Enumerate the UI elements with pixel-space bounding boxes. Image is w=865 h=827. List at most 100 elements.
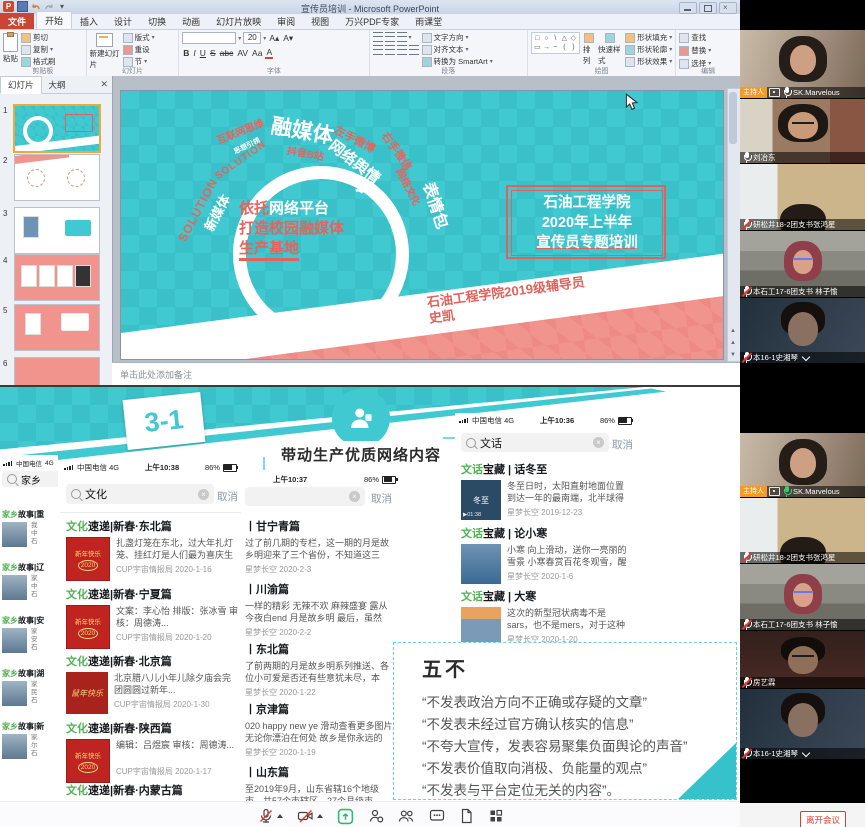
align-left-icon[interactable]: [373, 45, 383, 55]
participant-tile[interactable]: 本16-1史湘琴: [740, 298, 865, 363]
bold-button[interactable]: B: [182, 48, 190, 58]
shape-outline-button[interactable]: 形状轮廓▾: [625, 44, 672, 55]
maximize-button[interactable]: [699, 2, 717, 14]
chat-button[interactable]: [429, 808, 445, 824]
tab-file[interactable]: 文件: [0, 13, 34, 29]
tab-insert[interactable]: 插入: [72, 13, 106, 29]
camera-button[interactable]: [297, 808, 323, 824]
participant-tile[interactable]: 本石工17-6团支书 林子愉: [740, 564, 865, 630]
shapes-gallery[interactable]: □○\△◇ ▭→~(): [531, 32, 580, 54]
slide-canvas[interactable]: 融媒体 抖音B站 互联网思维 思想引领 SOLUTION SOLUTION 新媒…: [121, 91, 723, 359]
slide-thumbnail-6[interactable]: [14, 357, 100, 387]
apps-button[interactable]: [488, 808, 504, 824]
chat-icon: [429, 808, 445, 824]
panel-tab-slides[interactable]: 幻灯片: [0, 76, 42, 94]
panel-close-icon[interactable]: ✕: [100, 79, 108, 90]
tab-transitions[interactable]: 切换: [140, 13, 174, 29]
underline-button[interactable]: U: [199, 48, 207, 58]
mic-muted-icon: [258, 808, 274, 824]
ring-word: 表情包: [418, 178, 456, 231]
shape-fill-button[interactable]: 形状填充▾: [625, 32, 672, 43]
tab-home[interactable]: 开始: [36, 11, 72, 29]
find-button[interactable]: 查找: [679, 32, 711, 43]
slide-title-box[interactable]: 石油工程学院 2020年上半年 宣传员专题培训: [506, 185, 666, 259]
shrink-font-button[interactable]: A▾: [282, 33, 294, 44]
font-size-combobox[interactable]: 20: [243, 32, 261, 44]
members-button[interactable]: [398, 808, 415, 824]
ring-word: 右手微信: [378, 128, 416, 173]
slide-center-textbox[interactable]: 依托网络平台 打造校园融媒体 生产基地: [239, 199, 344, 259]
participant-tile[interactable]: 主持人 SK.Marvelous: [740, 30, 865, 98]
mic-button[interactable]: [258, 808, 283, 824]
invite-member-button[interactable]: [368, 808, 384, 824]
copy-button[interactable]: 复制▾: [21, 44, 56, 55]
slide-thumbnail-4[interactable]: [14, 254, 100, 301]
italic-button[interactable]: I: [192, 48, 196, 58]
scroll-up-icon[interactable]: ▲: [728, 326, 738, 337]
tab-review[interactable]: 审阅: [269, 13, 303, 29]
grow-font-button[interactable]: A▴: [268, 33, 280, 44]
cut-icon: [21, 33, 31, 43]
tab-view[interactable]: 视图: [303, 13, 337, 29]
rule-line: “不发表未经过官方确认核实的信息”: [422, 714, 736, 736]
camera-options-icon[interactable]: [317, 814, 323, 818]
tab-yuketang[interactable]: 雨课堂: [407, 13, 450, 29]
clear-formatting-button[interactable]: abc: [219, 48, 235, 58]
participant-tile[interactable]: 研松井18-2团支书张鸿星: [740, 164, 865, 230]
participant-tile[interactable]: 本16-1史湘琴: [740, 689, 865, 759]
bullets-icon[interactable]: [373, 32, 383, 42]
expand-chevron-icon[interactable]: [802, 748, 810, 756]
align-text-button[interactable]: 对齐文本▾: [422, 44, 493, 55]
next-slide-icon[interactable]: ▼: [728, 350, 738, 361]
align-right-icon[interactable]: [397, 45, 407, 55]
notes-pane[interactable]: 单击此处添加备注: [112, 362, 740, 387]
expand-chevron-icon[interactable]: [802, 352, 810, 360]
reset-icon: [123, 45, 133, 55]
mic-options-icon[interactable]: [277, 814, 283, 818]
tab-design[interactable]: 设计: [106, 13, 140, 29]
leave-meeting-button[interactable]: 离开会议: [800, 811, 846, 827]
slide-thumbnail-5[interactable]: [14, 304, 100, 351]
paste-button[interactable]: 粘贴: [3, 32, 18, 64]
layout-button[interactable]: 版式▾: [123, 32, 155, 43]
align-center-icon[interactable]: [385, 45, 395, 55]
change-case-button[interactable]: Aa: [251, 48, 263, 58]
participant-tile[interactable]: 刘冶东: [740, 99, 865, 163]
indent-icon[interactable]: [397, 32, 407, 42]
new-slide-button[interactable]: 新建幻灯片: [90, 32, 120, 70]
share-screen-button[interactable]: [337, 808, 354, 825]
slide-scrollbar[interactable]: ▲ ▲ ▼: [727, 88, 741, 362]
reset-button[interactable]: 重设: [123, 44, 155, 55]
panel-tab-outline[interactable]: 大纲: [42, 77, 73, 93]
tab-animations[interactable]: 动画: [174, 13, 208, 29]
character-spacing-button[interactable]: AV: [236, 48, 249, 58]
document-button[interactable]: [459, 808, 474, 824]
quick-styles-button[interactable]: 快速样式: [598, 32, 622, 66]
close-button[interactable]: ×: [719, 2, 737, 14]
slide-number: 4: [3, 256, 7, 265]
tab-wanxing-pdf[interactable]: 万兴PDF专家: [337, 13, 407, 29]
justify-icon[interactable]: [409, 45, 419, 55]
slide-thumbnail-2[interactable]: [14, 154, 100, 201]
scrollbar-thumb[interactable]: [729, 92, 737, 144]
strikethrough-button[interactable]: S: [209, 48, 217, 58]
text-direction-button[interactable]: 文字方向▾: [422, 32, 493, 43]
participant-tile[interactable]: 本石工17-6团支书 林子愉: [740, 231, 865, 297]
numbering-icon[interactable]: [385, 32, 395, 42]
ribbon-group-drawing: □○\△◇ ▭→~() 排列 快速样式 形状填充▾ 形状轮廓▾ 形状效果: [528, 30, 676, 76]
slide-thumbnail-3[interactable]: [14, 207, 100, 254]
minimize-button[interactable]: [679, 2, 697, 14]
meeting-toolbar: [0, 801, 740, 827]
tab-slideshow[interactable]: 幻灯片放映: [208, 13, 269, 29]
font-name-combobox[interactable]: [182, 32, 236, 44]
cut-button[interactable]: 剪切: [21, 32, 56, 43]
layout-icon: [123, 33, 133, 43]
participant-tile[interactable]: 研松井18-2团支书张鸿星: [740, 498, 865, 563]
participant-tile[interactable]: 房艺霖: [740, 631, 865, 688]
replace-button[interactable]: 替换▾: [679, 45, 711, 56]
arrange-button[interactable]: 排列: [583, 32, 595, 66]
participant-tile[interactable]: 主持人 SK.Marvelous: [740, 433, 865, 497]
previous-slide-icon[interactable]: ▲: [728, 338, 738, 349]
font-color-button[interactable]: A: [265, 47, 273, 59]
slide-thumbnail-1[interactable]: [13, 104, 101, 153]
